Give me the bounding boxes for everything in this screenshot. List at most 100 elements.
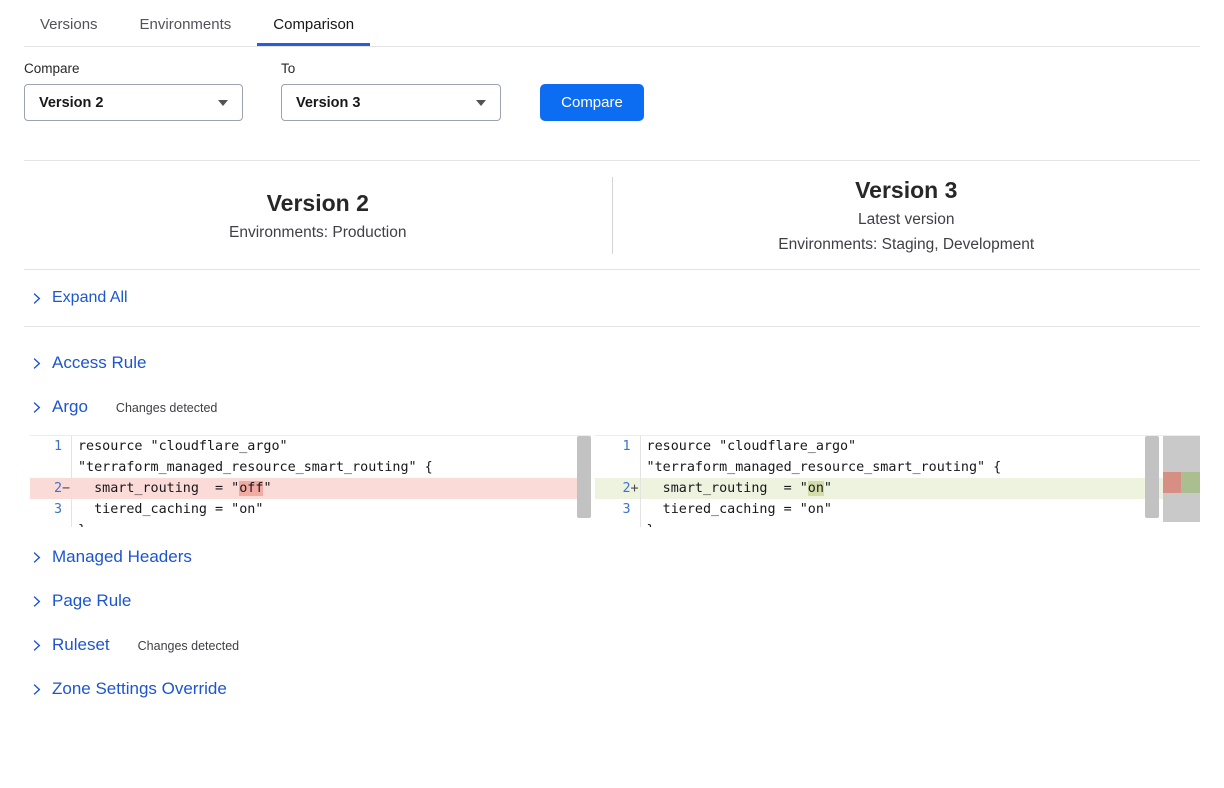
diff-line: 1 resource "cloudflare_argo"	[30, 436, 591, 457]
diff-sign	[62, 457, 71, 478]
diff-sign	[62, 520, 71, 527]
code-segment: resource "cloudflare_argo"	[78, 439, 288, 454]
diff-pane-left: 1 resource "cloudflare_argo" "terraform_…	[30, 435, 591, 527]
diff-sign	[62, 499, 71, 520]
diff-sign: +	[631, 478, 640, 499]
compare-field: Compare Version 2	[24, 61, 281, 121]
line-number: 3	[54, 499, 62, 520]
diff-sign	[631, 499, 640, 520]
tab-bar: Versions Environments Comparison	[24, 0, 1200, 47]
code-segment: "terraform_managed_resource_smart_routin…	[647, 460, 1002, 475]
code-text: smart_routing = "on"	[641, 478, 1200, 499]
changed-word: on	[808, 481, 824, 496]
line-gutter: 3	[595, 499, 641, 520]
chevron-right-icon	[30, 595, 43, 608]
version-right-environments: Environments: Staging, Development	[613, 236, 1201, 254]
minimap-added-marker	[1181, 472, 1200, 493]
code-text: tiered_caching = "on"	[641, 499, 1200, 520]
expand-all-label: Expand All	[52, 289, 128, 307]
compare-label: Compare	[24, 61, 281, 76]
code-segment: }	[78, 523, 86, 527]
chevron-right-icon	[30, 639, 43, 652]
chevron-down-icon	[218, 100, 228, 106]
section-access-rule[interactable]: Access Rule	[0, 341, 1224, 385]
changed-word: off	[239, 481, 263, 496]
code-segment: resource "cloudflare_argo"	[647, 439, 857, 454]
scrollbar[interactable]	[577, 436, 591, 518]
chevron-right-icon	[30, 401, 43, 414]
line-number: 1	[622, 436, 630, 457]
section-argo[interactable]: Argo Changes detected	[0, 385, 1224, 429]
compare-button[interactable]: Compare	[540, 84, 644, 121]
line-gutter: 1	[595, 436, 641, 457]
version-left-header: Version 2 Environments: Production	[24, 190, 612, 242]
code-segment: tiered_caching = "on"	[78, 502, 263, 517]
changes-detected-badge: Changes detected	[116, 401, 217, 415]
chevron-right-icon	[30, 683, 43, 696]
to-version-select[interactable]: Version 3	[281, 84, 501, 121]
section-label: Argo	[52, 397, 88, 417]
code-text: }	[72, 520, 591, 527]
section-label: Access Rule	[52, 353, 146, 373]
section-label: Page Rule	[52, 591, 131, 611]
diff-line: "terraform_managed_resource_smart_routin…	[595, 457, 1200, 478]
diff-line: 1 resource "cloudflare_argo"	[595, 436, 1200, 457]
section-ruleset[interactable]: Ruleset Changes detected	[0, 623, 1224, 667]
diff-sign: −	[62, 478, 71, 499]
chevron-right-icon	[30, 292, 43, 305]
compare-version-select[interactable]: Version 2	[24, 84, 243, 121]
code-segment: smart_routing = "	[647, 481, 808, 496]
tab-versions[interactable]: Versions	[24, 0, 114, 46]
code-text: }	[641, 520, 1200, 527]
code-text: tiered_caching = "on"	[72, 499, 591, 520]
section-zone-settings-override[interactable]: Zone Settings Override	[0, 667, 1224, 711]
code-segment: }	[647, 523, 655, 527]
tab-environments[interactable]: Environments	[124, 0, 248, 46]
diff-line-added: 2+ smart_routing = "on"	[595, 478, 1200, 499]
code-segment: "terraform_managed_resource_smart_routin…	[78, 460, 433, 475]
argo-diff: 1 resource "cloudflare_argo" "terraform_…	[30, 435, 1200, 527]
line-gutter	[30, 457, 72, 478]
tab-comparison[interactable]: Comparison	[257, 0, 370, 46]
version-left-title: Version 2	[24, 190, 612, 217]
line-gutter	[30, 520, 72, 527]
diff-line: }	[30, 520, 591, 527]
compare-form: Compare Version 2 To Version 3 Compare	[24, 61, 1200, 121]
diff-sign	[631, 436, 640, 457]
code-segment: "	[824, 481, 832, 496]
section-label: Ruleset	[52, 635, 110, 655]
line-gutter: 2−	[30, 478, 72, 499]
line-number: 1	[54, 436, 62, 457]
to-label: To	[281, 61, 540, 76]
expand-all-toggle[interactable]: Expand All	[24, 270, 1200, 326]
code-segment: "	[263, 481, 271, 496]
version-right-header: Version 3 Latest version Environments: S…	[613, 177, 1201, 254]
chevron-right-icon	[30, 551, 43, 564]
line-number: 2	[622, 478, 630, 499]
diff-overview-minimap[interactable]	[1163, 436, 1200, 522]
diff-line: "terraform_managed_resource_smart_routin…	[30, 457, 591, 478]
line-gutter	[595, 457, 641, 478]
to-version-value: Version 3	[296, 95, 360, 111]
scrollbar[interactable]	[1145, 436, 1159, 518]
line-gutter	[595, 520, 641, 527]
diff-sign	[631, 457, 640, 478]
version-right-title: Version 3	[613, 177, 1201, 204]
version-headers: Version 2 Environments: Production Versi…	[24, 161, 1200, 269]
resource-sections: Access Rule Argo Changes detected 1 reso…	[0, 327, 1224, 711]
diff-line: 3 tiered_caching = "on"	[595, 499, 1200, 520]
chevron-down-icon	[476, 100, 486, 106]
version-left-environments: Environments: Production	[24, 224, 612, 242]
minimap-removed-marker	[1163, 472, 1181, 493]
section-label: Managed Headers	[52, 547, 192, 567]
diff-line: }	[595, 520, 1200, 527]
diff-pane-right: 1 resource "cloudflare_argo" "terraform_…	[595, 435, 1200, 527]
section-label: Zone Settings Override	[52, 679, 227, 699]
line-gutter: 3	[30, 499, 72, 520]
code-text: "terraform_managed_resource_smart_routin…	[641, 457, 1200, 478]
diff-line-removed: 2− smart_routing = "off"	[30, 478, 591, 499]
section-managed-headers[interactable]: Managed Headers	[0, 535, 1224, 579]
chevron-right-icon	[30, 357, 43, 370]
code-text: "terraform_managed_resource_smart_routin…	[72, 457, 591, 478]
section-page-rule[interactable]: Page Rule	[0, 579, 1224, 623]
